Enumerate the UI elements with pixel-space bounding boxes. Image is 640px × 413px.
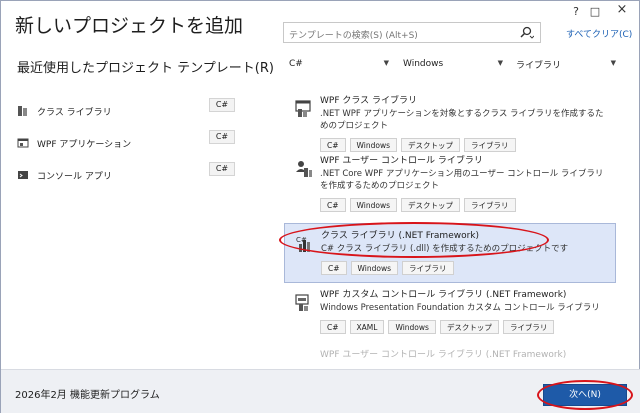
footer-label: 2026年2月 機能更新プログラム bbox=[15, 390, 160, 401]
maximize-button[interactable]: □ bbox=[586, 5, 604, 18]
highlight-ring bbox=[279, 222, 549, 258]
tag: Windows bbox=[350, 261, 399, 275]
help-button[interactable]: ? bbox=[567, 5, 585, 18]
dialog-window: 新しいプロジェクトを追加 ? □ × すべてクリア(C) 最近使用したプロジェク… bbox=[0, 0, 640, 413]
template-tags: C# Windows デスクトップ ライブラリ bbox=[320, 198, 610, 212]
template-name: WPF カスタム コントロール ライブラリ (.NET Framework) bbox=[320, 290, 567, 300]
wpf-library-icon bbox=[295, 100, 311, 117]
dialog-title: 新しいプロジェクトを追加 bbox=[15, 15, 244, 37]
next-highlight-ring bbox=[537, 380, 633, 410]
wpf-app-icon bbox=[17, 138, 29, 148]
template-name: WPF ユーザー コントロール ライブラリ bbox=[320, 156, 483, 166]
recent-item-class-library[interactable]: クラス ライブラリ C# bbox=[17, 95, 235, 127]
recent-item-console-app[interactable]: コンソール アプリ C# bbox=[17, 159, 235, 191]
language-badge: C# bbox=[209, 98, 235, 112]
chevron-down-icon: ▼ bbox=[610, 59, 616, 67]
template-description: Windows Presentation Foundation カスタム コント… bbox=[320, 303, 600, 313]
language-badge: C# bbox=[209, 130, 235, 144]
recent-item-label: クラス ライブラリ bbox=[37, 107, 112, 118]
language-filter-value: C# bbox=[289, 59, 303, 69]
clear-all-link[interactable]: すべてクリア(C) bbox=[566, 27, 632, 40]
template-item-wpf-custom-control-library[interactable]: WPF カスタム コントロール ライブラリ (.NET Framework) W… bbox=[284, 283, 616, 343]
project-type-filter[interactable]: ライブラリ ▼ bbox=[516, 56, 616, 72]
tag: XAML bbox=[349, 320, 385, 334]
recent-templates-heading: 最近使用したプロジェクト テンプレート(R) bbox=[17, 61, 274, 76]
template-item-wpf-class-library[interactable]: WPF クラス ライブラリ .NET WPF アプリケーションを対象とするクラス… bbox=[284, 89, 616, 152]
recent-item-label: コンソール アプリ bbox=[37, 171, 112, 182]
tag: Windows bbox=[388, 320, 436, 334]
chevron-down-icon: ▼ bbox=[383, 59, 389, 67]
platform-filter[interactable]: Windows ▼ bbox=[403, 56, 503, 72]
search-icon[interactable] bbox=[518, 26, 534, 40]
user-control-library-icon bbox=[296, 161, 312, 177]
tag: デスクトップ bbox=[439, 320, 499, 334]
language-badge: C# bbox=[209, 162, 235, 176]
recent-templates-list: クラス ライブラリ C# WPF アプリケーション C# コンソール アプリ C… bbox=[17, 95, 235, 191]
tag: C# bbox=[320, 198, 346, 212]
chevron-down-icon: ▼ bbox=[497, 59, 503, 67]
tag: ライブラリ bbox=[464, 198, 516, 212]
language-filter[interactable]: C# ▼ bbox=[289, 56, 389, 72]
recent-item-wpf-app[interactable]: WPF アプリケーション C# bbox=[17, 127, 235, 159]
project-type-filter-value: ライブラリ bbox=[516, 60, 562, 71]
recent-item-label: WPF アプリケーション bbox=[37, 139, 132, 150]
template-tags: C# Windows ライブラリ bbox=[321, 261, 609, 275]
tag: ライブラリ bbox=[502, 320, 555, 334]
dialog-footer: 2026年2月 機能更新プログラム 次へ(N) bbox=[1, 369, 640, 413]
tag: Windows bbox=[349, 198, 398, 212]
template-tags: C# XAML Windows デスクトップ ライブラリ bbox=[320, 320, 610, 334]
template-name: WPF クラス ライブラリ bbox=[320, 96, 418, 106]
class-library-icon bbox=[18, 106, 27, 116]
close-button[interactable]: × bbox=[613, 2, 631, 17]
template-search[interactable] bbox=[283, 22, 541, 46]
custom-control-library-icon bbox=[295, 294, 309, 311]
template-item-wpf-user-control-library[interactable]: WPF ユーザー コントロール ライブラリ .NET Core WPF アプリケ… bbox=[284, 149, 616, 223]
console-app-icon bbox=[18, 171, 28, 179]
search-input[interactable] bbox=[284, 26, 514, 46]
tag: C# bbox=[321, 261, 347, 275]
tag: C# bbox=[320, 320, 346, 334]
tag: ライブラリ bbox=[402, 261, 454, 275]
template-item-wpf-user-control-library-net-framework[interactable]: WPF ユーザー コントロール ライブラリ (.NET Framework) bbox=[284, 343, 616, 361]
template-description: .NET Core WPF アプリケーション用のユーザー コントロール ライブラ… bbox=[320, 169, 604, 191]
template-description: .NET WPF アプリケーションを対象とするクラス ライブラリを作成するための… bbox=[320, 109, 604, 131]
platform-filter-value: Windows bbox=[403, 59, 444, 69]
tag: デスクトップ bbox=[401, 198, 461, 212]
template-name: WPF ユーザー コントロール ライブラリ (.NET Framework) bbox=[320, 350, 567, 360]
